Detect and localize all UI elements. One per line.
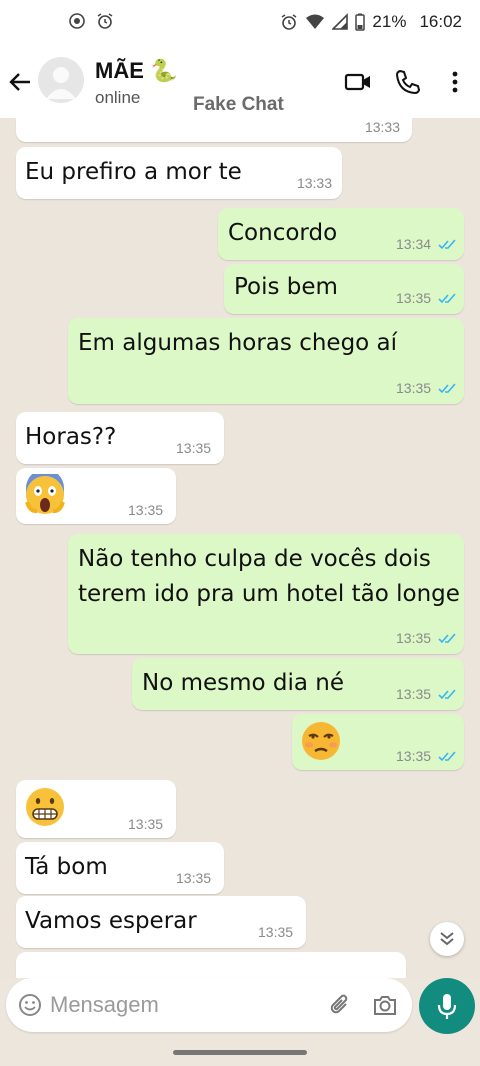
- more-options-icon[interactable]: [441, 68, 469, 96]
- system-nav-bar: [0, 1038, 480, 1066]
- wifi-icon: [306, 14, 325, 29]
- attach-icon[interactable]: [328, 992, 352, 1018]
- message-bubble-incoming[interactable]: 13:35: [16, 468, 176, 524]
- message-input[interactable]: [50, 988, 310, 1022]
- message-bubble-incoming[interactable]: Horas?? 13:35: [16, 412, 224, 464]
- message-text: No mesmo dia né: [142, 670, 345, 696]
- message-text-line-2: terem ido pra um hotel tão longe: [78, 581, 460, 607]
- double-chevron-down-icon: [440, 932, 454, 946]
- read-receipt-icon: [438, 383, 456, 394]
- message-time: 13:35: [176, 870, 212, 886]
- message-text: Tá bom: [25, 854, 108, 880]
- message-time: 13:33: [364, 119, 400, 135]
- voice-message-button[interactable]: [419, 978, 475, 1034]
- default-avatar-icon: [46, 67, 76, 99]
- message-time: 13:35: [128, 816, 164, 832]
- read-receipt-icon: [438, 633, 456, 644]
- message-bubble-outgoing[interactable]: Em algumas horas chego aí 13:35: [68, 318, 464, 404]
- message-time: 13:33: [296, 175, 332, 191]
- message-bubble-incoming[interactable]: Eu prefiro a mor te 13:33: [16, 147, 342, 199]
- watermark: Fake Chat: [193, 94, 284, 115]
- message-text: Horas??: [25, 424, 117, 450]
- message-bubble-outgoing[interactable]: No mesmo dia né 13:35: [132, 658, 464, 710]
- message-bubble-incoming[interactable]: Vamos esperar 13:35: [16, 896, 306, 948]
- message-bubble-outgoing[interactable]: Concordo 13:34: [218, 208, 464, 260]
- message-text-line-1: Não tenho culpa de vocês dois: [78, 546, 431, 572]
- microphone-icon: [437, 994, 457, 1019]
- message-text: Eu prefiro a mor te: [25, 159, 242, 185]
- message-text: Pois bem: [234, 274, 338, 300]
- battery-percent: 21%: [372, 12, 407, 31]
- message-time: 13:35: [396, 686, 432, 702]
- contact-name[interactable]: MÃE 🐍: [95, 58, 177, 84]
- message-time: 13:34: [396, 236, 432, 252]
- status-bar: 21% 16:02: [0, 0, 480, 46]
- contact-status: online: [95, 88, 141, 107]
- message-text: Concordo: [228, 220, 338, 246]
- camera-icon[interactable]: [372, 993, 398, 1017]
- chat-header: MÃE 🐍 online Fake Chat: [0, 46, 480, 118]
- message-bubble-outgoing[interactable]: 13:35: [292, 714, 464, 770]
- battery-icon: [355, 13, 366, 31]
- scroll-to-bottom-button[interactable]: [430, 922, 464, 956]
- alarm-icon: [97, 13, 113, 29]
- message-time: 13:35: [396, 380, 432, 396]
- message-text: Em algumas horas chego aí: [78, 330, 398, 356]
- unamused-face-icon: [302, 722, 340, 760]
- message-time: 13:35: [396, 290, 432, 306]
- video-call-icon[interactable]: [344, 68, 372, 96]
- message-time: 13:35: [396, 748, 432, 764]
- read-receipt-icon: [438, 689, 456, 700]
- message-bubble-incoming-partial[interactable]: [16, 952, 406, 978]
- message-composer: [6, 978, 412, 1032]
- read-receipt-icon: [438, 751, 456, 762]
- back-arrow-icon[interactable]: [6, 68, 34, 96]
- home-gesture-handle[interactable]: [173, 1050, 307, 1055]
- message-bubble-incoming[interactable]: Tá bom 13:35: [16, 842, 224, 894]
- status-time: 16:02: [419, 12, 462, 31]
- alarm-icon: [282, 14, 297, 30]
- message-time: 13:35: [128, 502, 164, 518]
- read-receipt-icon: [438, 239, 456, 250]
- message-time: 13:35: [396, 630, 432, 646]
- message-bubble-outgoing[interactable]: Pois bem 13:35: [224, 264, 464, 314]
- grimacing-face-icon: [26, 788, 64, 826]
- message-bubble-outgoing[interactable]: Não tenho culpa de vocês dois terem ido …: [68, 534, 464, 654]
- message-bubble-incoming[interactable]: 13:33: [16, 118, 412, 142]
- message-list[interactable]: 13:33 Eu prefiro a mor te 13:33 Concordo…: [0, 118, 480, 978]
- face-screaming-in-fear-icon: [25, 474, 65, 514]
- message-time: 13:35: [176, 440, 212, 456]
- signal-icon: [332, 13, 349, 30]
- message-text: Vamos esperar: [25, 908, 197, 934]
- message-time: 13:35: [258, 924, 294, 940]
- emoji-icon[interactable]: [18, 993, 42, 1017]
- read-receipt-icon: [438, 293, 456, 304]
- avatar[interactable]: [38, 57, 84, 103]
- location-icon: [69, 13, 85, 29]
- phone-call-icon[interactable]: [393, 68, 421, 96]
- message-bubble-incoming[interactable]: 13:35: [16, 780, 176, 838]
